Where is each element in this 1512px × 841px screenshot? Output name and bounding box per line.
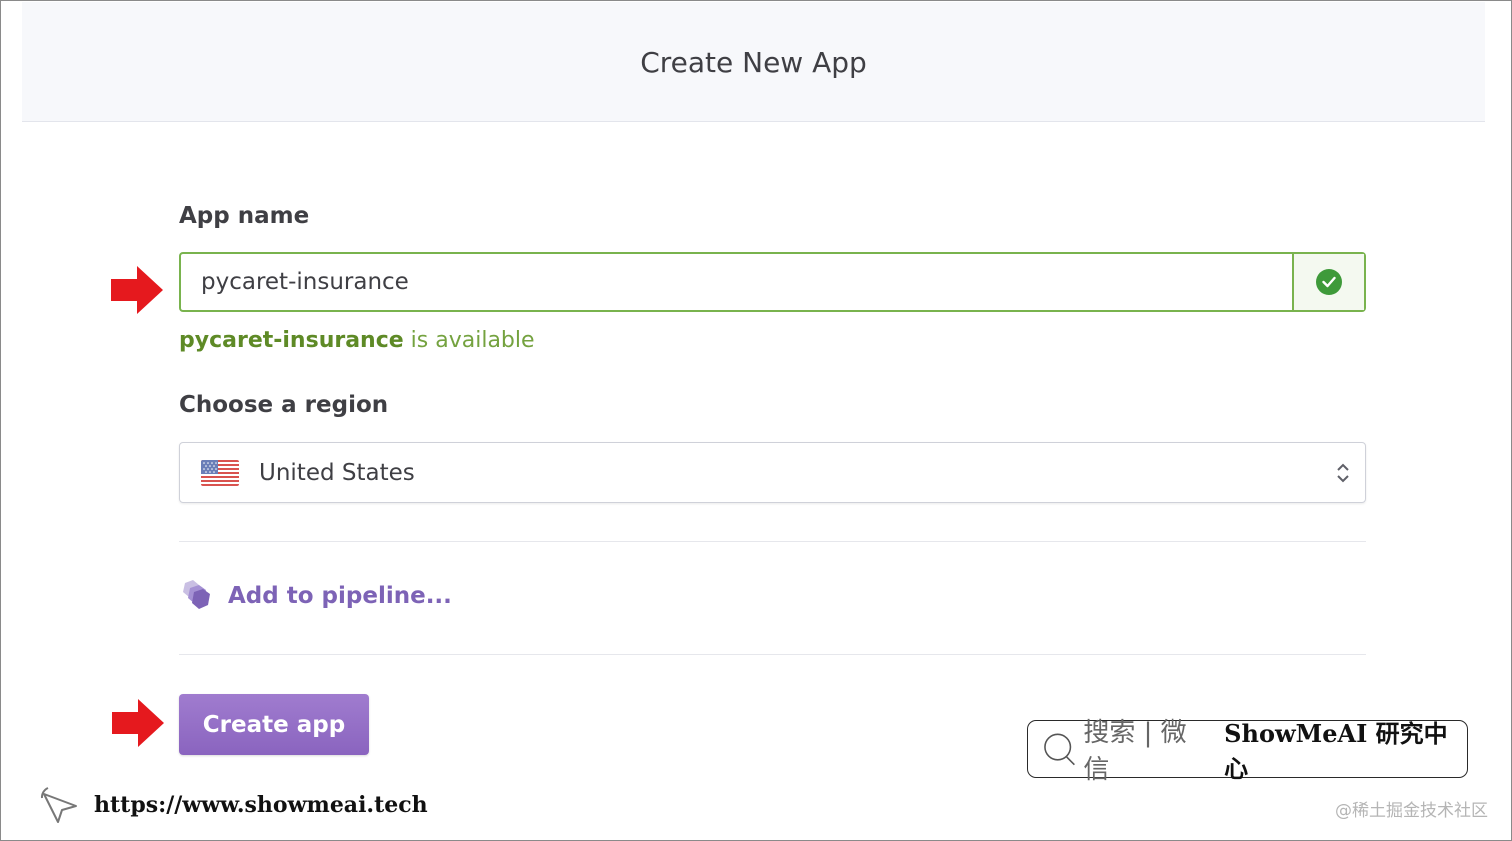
- page-header: Create New App: [22, 2, 1485, 122]
- region-select[interactable]: United States: [179, 442, 1366, 503]
- pipeline-icon: [183, 580, 210, 609]
- watermark-search-text: 搜索 | 微信: [1083, 718, 1187, 785]
- section-divider: [179, 654, 1366, 655]
- updown-chevron-icon: [1337, 463, 1349, 483]
- search-icon: [1044, 733, 1075, 766]
- available-app-name: pycaret-insurance: [179, 328, 404, 353]
- watermark-url-row: https://www.showmeai.tech: [40, 786, 428, 824]
- app-name-field[interactable]: [179, 252, 1366, 312]
- region-label: Choose a region: [179, 392, 389, 418]
- juejin-watermark: @稀土掘金技术社区: [1335, 801, 1488, 821]
- arrow-icon: [111, 266, 163, 314]
- us-flag-icon: [201, 459, 239, 486]
- app-name-input[interactable]: [181, 254, 1292, 310]
- arrow-icon: [112, 699, 164, 747]
- validation-addon: [1292, 254, 1364, 310]
- check-icon: [1316, 269, 1342, 295]
- watermark-url: https://www.showmeai.tech: [94, 792, 428, 818]
- create-app-button[interactable]: Create app: [179, 694, 369, 755]
- app-name-label: App name: [179, 203, 310, 229]
- watermark-search-box: 搜索 | 微信 ShowMeAI 研究中心: [1027, 718, 1468, 785]
- region-selected-value: United States: [259, 459, 415, 486]
- cursor-icon: [40, 787, 77, 823]
- section-divider: [179, 541, 1366, 542]
- availability-suffix: is available: [403, 328, 535, 353]
- watermark-brand: ShowMeAI 研究中心: [1224, 719, 1448, 783]
- add-to-pipeline-label: Add to pipeline...: [228, 583, 452, 609]
- page-title: Create New App: [640, 46, 867, 79]
- add-to-pipeline-link[interactable]: Add to pipeline...: [178, 580, 452, 612]
- availability-message: pycaret-insurance is available: [179, 328, 535, 353]
